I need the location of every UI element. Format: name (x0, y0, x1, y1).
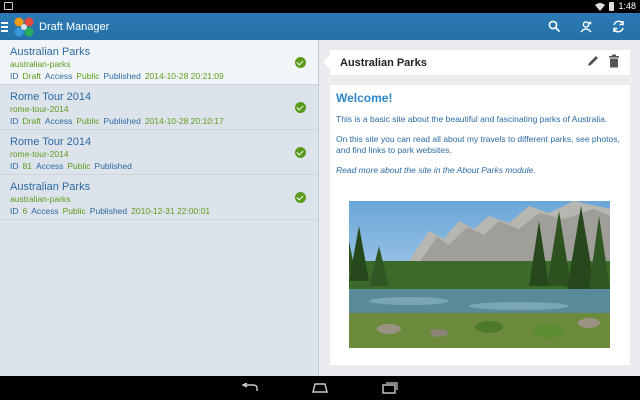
published-check-icon[interactable] (295, 102, 306, 113)
read-more-paragraph: Read more about the site in the About Pa… (336, 165, 536, 175)
access-label: Access (35, 161, 64, 171)
detail-header: Australian Parks (323, 50, 630, 75)
access-value: Public (62, 206, 86, 216)
travel-paragraph: On this site you can read all about my t… (336, 134, 620, 155)
recents-button[interactable] (379, 381, 401, 395)
welcome-heading: Welcome! (336, 91, 393, 105)
published-label: Published (89, 206, 128, 216)
list-item-title: Australian Parks (10, 181, 91, 193)
list-item[interactable]: Rome Tour 2014 rome-tour-2014 ID Draft Acc… (0, 85, 318, 130)
detail-body: Welcome! This is a basic site about the … (330, 85, 630, 365)
access-value: Public (67, 161, 91, 171)
list-item[interactable]: Australian Parks australian-parks ID 6 Acc… (0, 175, 318, 220)
access-label: Access (31, 206, 59, 216)
list-item-title: Australian Parks (10, 46, 91, 58)
list-item[interactable]: Australian Parks australian-parks ID Draf… (0, 40, 318, 85)
list-item-title: Rome Tour 2014 (10, 91, 92, 103)
published-label: Published (94, 161, 132, 171)
published-label: Published (103, 71, 141, 81)
battery-icon (609, 1, 615, 11)
list-item-meta: ID 81 Access Public Published (10, 161, 308, 172)
list-item-meta: ID Draft Access Public Published 2014-10-28 2… (10, 71, 308, 82)
app-bar: Draft Manager (0, 13, 640, 40)
recents-icon (382, 382, 398, 394)
list-item-alias: rome-tour-2014 (10, 104, 69, 114)
list-item[interactable]: Rome Tour 2014 rome-tour-2014 ID 81 Access… (0, 130, 318, 175)
published-value: 2014-10-28 20:21:09 (144, 71, 224, 81)
refresh-icon (612, 20, 624, 33)
access-label: Access (44, 116, 73, 126)
detail-actions (586, 54, 620, 68)
back-button[interactable] (239, 381, 261, 395)
id-label: ID (10, 161, 19, 171)
refresh-button[interactable] (602, 13, 634, 40)
article-detail: Australian Parks Welcome! This is a basi… (320, 40, 640, 376)
article-list: Australian Parks australian-parks ID Draf… (0, 40, 319, 376)
status-icons: 1:48 (595, 1, 636, 11)
home-icon (312, 383, 328, 393)
published-value: 2014-10-28 20:10:17 (144, 116, 224, 126)
list-item-meta: ID Draft Access Public Published 2014-10-28 2… (10, 116, 308, 127)
id-label: ID (10, 206, 19, 216)
user-search-icon (580, 20, 592, 32)
search-icon (548, 20, 560, 33)
id-label: ID (10, 71, 19, 81)
intro-paragraph: This is a basic site about the beautiful… (336, 114, 608, 124)
app-actions (538, 13, 634, 40)
notification-icon (4, 2, 13, 10)
user-search-button[interactable] (570, 13, 602, 40)
list-item-alias: australian-parks (10, 194, 71, 204)
status-time: 1:48 (618, 1, 636, 11)
published-label: Published (103, 116, 141, 126)
park-photo (349, 201, 610, 348)
detail-title: Australian Parks (340, 56, 427, 69)
app-title: Draft Manager (39, 20, 110, 33)
search-button[interactable] (538, 13, 570, 40)
id-value: Draft (22, 116, 41, 126)
published-check-icon[interactable] (295, 147, 306, 158)
published-check-icon[interactable] (295, 192, 306, 203)
access-value: Public (76, 116, 100, 126)
back-icon (241, 383, 258, 391)
list-item-alias: rome-tour-2014 (10, 149, 69, 159)
id-value: 81 (22, 161, 32, 171)
id-label: ID (10, 116, 19, 126)
published-value: 2010-12-31 22:00:01 (131, 206, 211, 216)
access-value: Public (76, 71, 100, 81)
delete-trash-icon[interactable] (608, 54, 620, 68)
status-bar: 1:48 (0, 0, 640, 13)
navigation-bar (0, 376, 640, 400)
screen: 1:48 Draft Manager Australian Parks aust… (0, 0, 640, 400)
wifi-icon (595, 2, 606, 11)
menu-icon[interactable] (1, 13, 11, 40)
id-value: Draft (22, 71, 41, 81)
published-check-icon[interactable] (295, 57, 306, 68)
access-label: Access (44, 71, 73, 81)
edit-pencil-icon[interactable] (586, 54, 600, 68)
list-item-title: Rome Tour 2014 (10, 136, 92, 148)
id-value: 6 (22, 206, 28, 216)
joomla-logo-icon (14, 17, 34, 36)
list-item-meta: ID 6 Access Public Published 2010-12-31 22:00… (10, 206, 308, 217)
list-item-alias: australian-parks (10, 59, 71, 69)
home-button[interactable] (309, 381, 331, 395)
